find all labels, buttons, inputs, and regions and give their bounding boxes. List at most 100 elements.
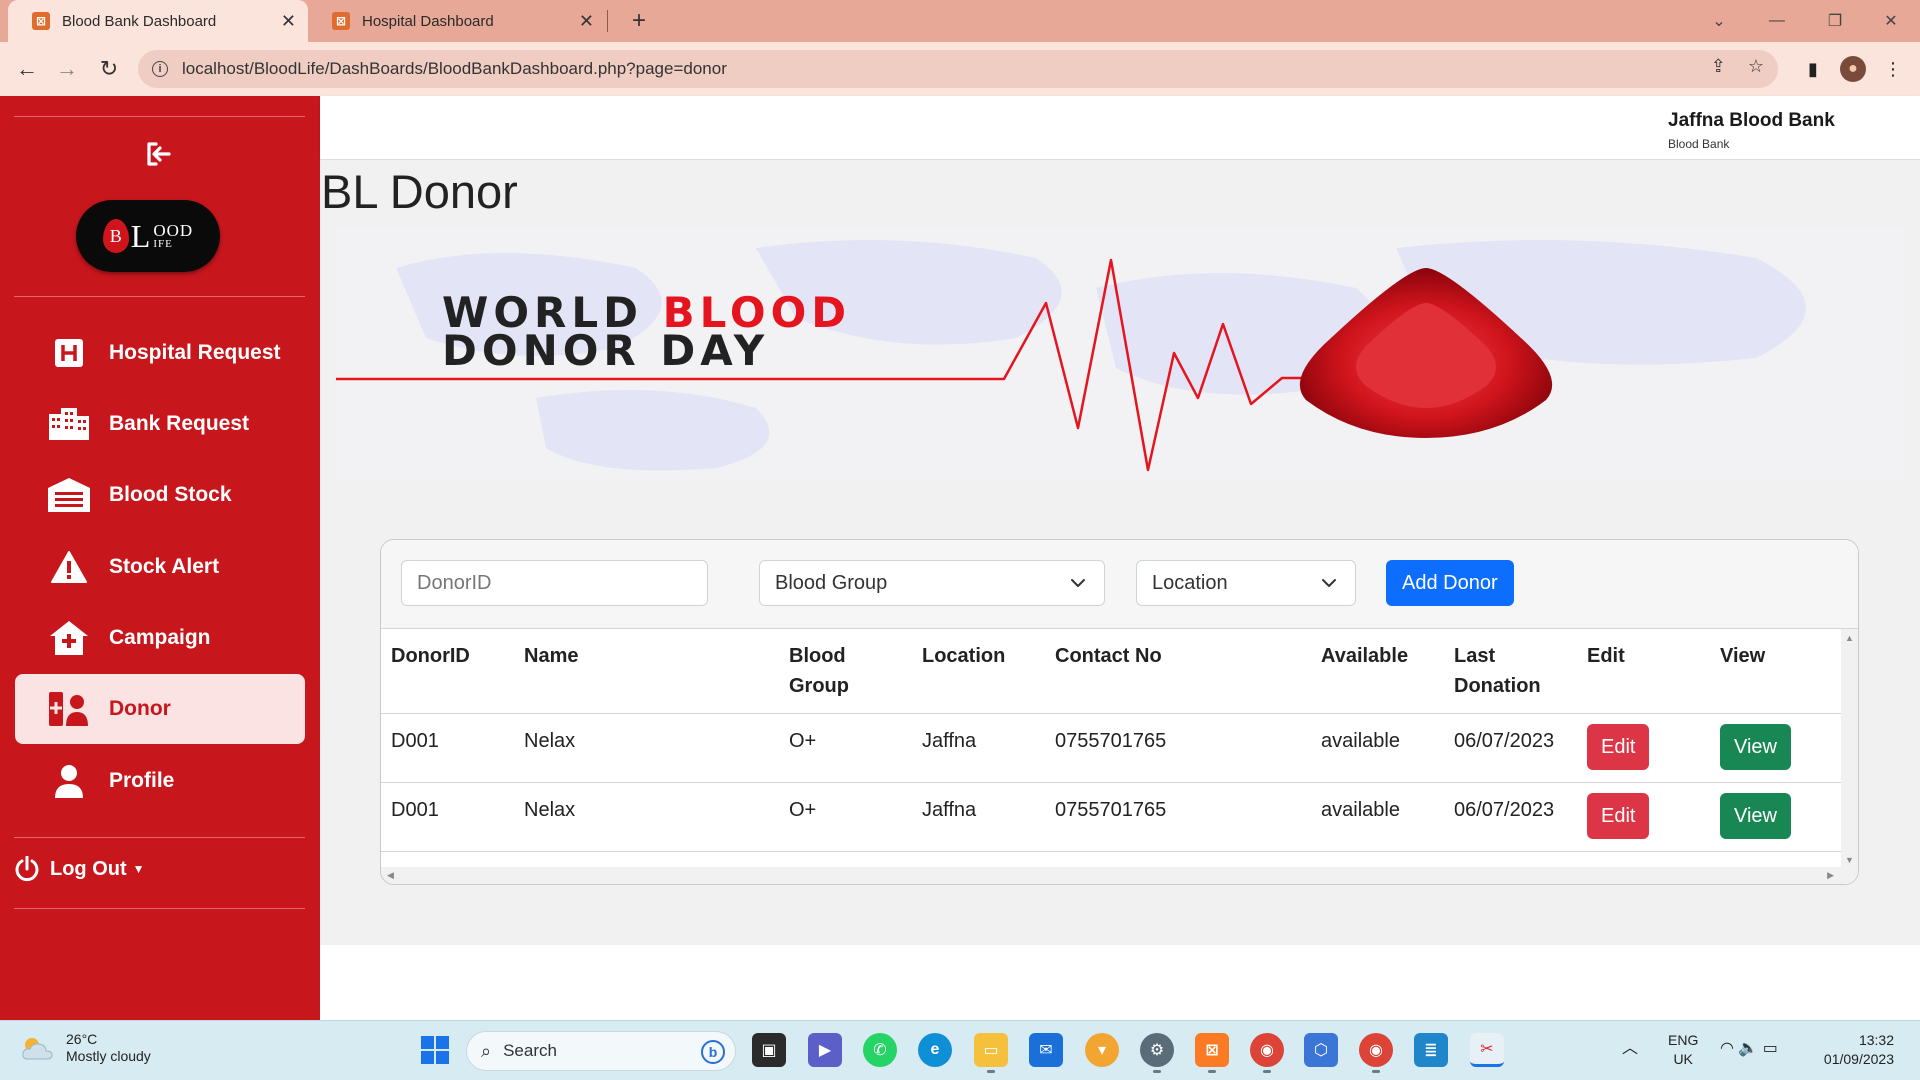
tab-blood-bank-dashboard[interactable]: ⊠ Blood Bank Dashboard ✕ — [8, 0, 308, 42]
edit-button[interactable]: Edit — [1587, 793, 1650, 839]
forward-icon[interactable]: → — [52, 54, 82, 84]
view-button[interactable]: View — [1720, 724, 1791, 770]
scroll-right-icon[interactable]: ▶ — [1827, 870, 1834, 881]
logout-label: Log Out — [50, 857, 127, 880]
battery-icon: ▭ — [1762, 1040, 1778, 1057]
scroll-left-icon[interactable]: ◀ — [387, 870, 394, 881]
cell-name: Nelax — [514, 713, 779, 783]
sidebar-divider — [14, 837, 305, 838]
cell-edit: Edit — [1577, 782, 1710, 852]
page-title: BL Donor — [321, 165, 518, 218]
sidebar-divider — [14, 296, 305, 297]
clock[interactable]: 13:32 01/09/2023 — [1814, 1031, 1894, 1069]
location-select[interactable]: Location — [1136, 560, 1356, 606]
browser-menu-icon[interactable]: ⋮ — [1880, 56, 1906, 82]
weather-temp: 26°C — [66, 1031, 98, 1047]
snipping-tool-icon[interactable]: ✂ — [1470, 1033, 1504, 1067]
app-hexagon-icon[interactable]: ⬡ — [1304, 1033, 1338, 1067]
teams-icon[interactable]: ▶ — [808, 1033, 842, 1067]
sidebar-item-donor[interactable]: Donor — [15, 674, 305, 744]
xampp-icon[interactable]: ⊠ — [1195, 1033, 1229, 1073]
table-header-row: DonorID Name Blood Group Location Contact… — [381, 629, 1843, 714]
logo-text: OOD — [153, 221, 194, 240]
close-tab-icon[interactable]: ✕ — [281, 11, 296, 32]
scroll-up-icon[interactable]: ▲ — [1845, 633, 1854, 643]
edge-icon[interactable]: e — [918, 1033, 952, 1067]
col-header-location: Location — [912, 629, 1045, 714]
col-header-view: View — [1710, 629, 1843, 714]
settings-icon[interactable]: ⚙ — [1140, 1033, 1174, 1073]
media-player-icon[interactable]: ▾ — [1085, 1033, 1119, 1067]
cell-name: Nelax — [514, 782, 779, 852]
profile-avatar-icon[interactable]: ● — [1840, 56, 1866, 82]
reload-icon[interactable]: ↻ — [94, 54, 124, 84]
site-info-icon[interactable]: i — [152, 61, 168, 77]
tab-hospital-dashboard[interactable]: ⊠ Hospital Dashboard ✕ — [308, 0, 606, 42]
scroll-down-icon[interactable]: ▼ — [1845, 855, 1854, 865]
minimize-icon[interactable]: — — [1748, 0, 1806, 42]
xampp-favicon-icon: ⊠ — [32, 12, 50, 30]
sidebar-item-stock-alert[interactable]: Stock Alert — [15, 532, 305, 602]
sidebar-item-label: Hospital Request — [109, 341, 281, 364]
address-bar[interactable]: i localhost/BloodLife/DashBoards/BloodBa… — [138, 50, 1778, 88]
new-tab-icon[interactable]: + — [624, 6, 654, 36]
bing-icon[interactable]: b — [701, 1040, 725, 1064]
view-button[interactable]: View — [1720, 793, 1791, 839]
tray-overflow-icon[interactable]: ︿ — [1622, 1039, 1638, 1058]
horizontal-scrollbar[interactable]: ◀ ▶ — [381, 867, 1858, 884]
main-content: BL Donor WORLD BLOOD DONOR DAY DonorID B… — [320, 160, 1920, 945]
sidebar-divider — [14, 116, 305, 117]
sidebar-item-hospital-request[interactable]: Hospital Request — [15, 318, 305, 388]
weather-widget[interactable]: 26°C Mostly cloudy — [20, 1031, 151, 1065]
banner-title-line2: DONOR DAY — [442, 326, 770, 375]
language-indicator[interactable]: ENG UK — [1668, 1031, 1698, 1069]
donorid-search-field[interactable] — [401, 560, 708, 606]
back-icon[interactable]: ← — [12, 54, 42, 84]
sidebar: B L OOD IFE Hospital Request Bank Reques… — [0, 96, 320, 1020]
vertical-scrollbar[interactable]: ▲ ▼ — [1841, 629, 1858, 869]
network-volume-battery[interactable]: ◠ 🔈 ▭ — [1720, 1039, 1778, 1058]
restore-icon[interactable]: ❐ — [1806, 0, 1864, 42]
taskbar-search[interactable]: ⌕ Search b — [466, 1031, 736, 1071]
edit-button[interactable]: Edit — [1587, 724, 1650, 770]
cell-contact: 0755701765 — [1045, 782, 1311, 852]
sidebar-item-profile[interactable]: Profile — [15, 746, 305, 816]
mail-icon[interactable]: ✉ — [1029, 1033, 1063, 1067]
xampp-favicon-icon: ⊠ — [332, 12, 350, 30]
add-donor-button[interactable]: Add Donor — [1386, 560, 1514, 606]
file-explorer-icon[interactable]: ▭ — [974, 1033, 1008, 1073]
user-name[interactable]: Jaffna Blood Bank — [1668, 110, 1835, 132]
close-tab-icon[interactable]: ✕ — [579, 11, 594, 32]
sidebar-item-campaign[interactable]: Campaign — [15, 603, 305, 673]
windows-start-icon[interactable] — [418, 1033, 452, 1067]
chrome-profile-icon[interactable]: ◉ — [1359, 1033, 1393, 1073]
filter-row: Blood Group Location Add Donor — [381, 540, 1858, 629]
bookmark-star-icon[interactable]: ☆ — [1748, 56, 1764, 77]
side-panel-icon[interactable]: ▮ — [1800, 56, 1826, 82]
browser-toolbar: ← → ↻ i localhost/BloodLife/DashBoards/B… — [0, 42, 1920, 96]
logo-subtext: IFE — [153, 238, 173, 250]
donorid-input[interactable] — [417, 571, 707, 595]
tab-search-icon[interactable]: ⌄ — [1690, 0, 1748, 42]
cell-blood-group: O+ — [779, 713, 912, 783]
caret-down-icon: ▼ — [132, 862, 145, 876]
close-window-icon[interactable]: ✕ — [1862, 0, 1920, 42]
cell-contact: 0755701765 — [1045, 713, 1311, 783]
bloodlife-logo: B L OOD IFE — [76, 200, 220, 272]
sidebar-item-bank-request[interactable]: Bank Request — [15, 389, 305, 459]
share-icon[interactable]: ⇪ — [1711, 56, 1726, 77]
collapse-sidebar-icon[interactable] — [143, 138, 175, 170]
donor-table: DonorID Name Blood Group Location Contact… — [381, 629, 1843, 852]
notepad-icon[interactable]: ≣ — [1414, 1033, 1448, 1067]
cell-location: Jaffna — [912, 713, 1045, 783]
whatsapp-icon[interactable]: ✆ — [863, 1033, 897, 1067]
blood-group-select[interactable]: Blood Group — [759, 560, 1105, 606]
sidebar-item-blood-stock[interactable]: Blood Stock — [15, 460, 305, 530]
cell-last-donation: 06/07/2023 — [1444, 713, 1577, 783]
world-blood-donor-day-banner: WORLD BLOOD DONOR DAY — [336, 228, 1904, 478]
tab-separator — [607, 10, 608, 32]
chrome-icon[interactable]: ◉ — [1250, 1033, 1284, 1073]
logout-dropdown[interactable]: Log Out ▼ — [14, 856, 145, 882]
task-view-icon[interactable]: ▣ — [752, 1033, 786, 1067]
col-header-name: Name — [514, 629, 779, 714]
